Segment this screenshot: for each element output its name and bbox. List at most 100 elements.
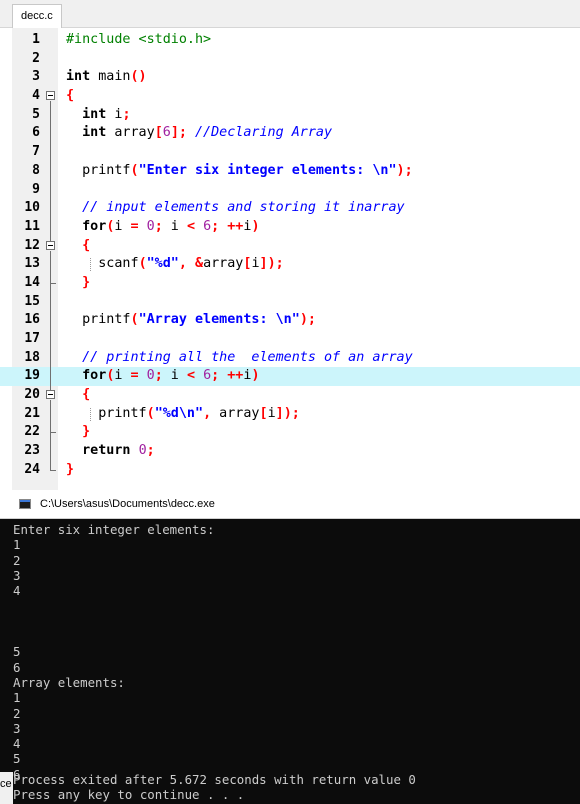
code-area[interactable]: 1 #include <stdio.h> 2 3 int main() 4{5 int i… bbox=[0, 31, 580, 480]
exit-message: Process exited after 5.672 seconds with … bbox=[13, 772, 416, 787]
fold-guide bbox=[45, 404, 57, 424]
code-line[interactable]: 19 for(i = 0; i < 6; ++i) bbox=[0, 367, 580, 387]
fold-collapse-icon[interactable] bbox=[45, 236, 57, 256]
code-line[interactable]: 16 printf("Array elements: \n"); bbox=[0, 311, 580, 331]
code-token: i bbox=[251, 256, 260, 272]
console-line: 5 bbox=[13, 751, 21, 767]
line-code: return 0; bbox=[66, 442, 155, 461]
code-line[interactable]: 23 return 0; bbox=[0, 442, 580, 462]
code-line[interactable]: 10 // input elements and storing it inar… bbox=[0, 199, 580, 219]
console-line: 6 bbox=[13, 659, 21, 675]
line-number: 2 bbox=[32, 50, 40, 66]
code-token: { bbox=[82, 237, 91, 253]
code-line[interactable]: 18 // printing all the elements of an ar… bbox=[0, 348, 580, 368]
code-token: int bbox=[66, 69, 91, 85]
code-token: ; bbox=[178, 125, 187, 141]
line-number: 22 bbox=[24, 424, 40, 440]
console-line: 5 bbox=[13, 644, 21, 660]
code-line[interactable]: 13 scanf("%d", &array[i]); bbox=[0, 255, 580, 275]
line-number: 5 bbox=[32, 106, 40, 122]
code-token: 6 bbox=[203, 218, 212, 234]
fold-guide bbox=[45, 124, 57, 144]
code-line[interactable]: 22 } bbox=[0, 423, 580, 443]
fold-guide bbox=[45, 199, 57, 219]
code-token: & bbox=[195, 256, 204, 272]
code-token: , bbox=[178, 256, 187, 272]
fold-guide bbox=[45, 273, 57, 293]
code-line[interactable]: 9 bbox=[0, 180, 580, 200]
code-token: ; bbox=[275, 256, 284, 272]
code-token: } bbox=[82, 424, 91, 440]
code-token: 6 bbox=[203, 368, 212, 384]
code-line[interactable]: 1 #include <stdio.h> bbox=[0, 31, 580, 50]
code-token: for bbox=[82, 368, 107, 384]
code-line[interactable]: 17 bbox=[0, 330, 580, 349]
line-number: 9 bbox=[32, 181, 40, 197]
code-token: i bbox=[114, 368, 131, 384]
code-token: ( bbox=[130, 162, 139, 178]
code-token: ) bbox=[267, 256, 276, 272]
code-line[interactable]: 15 bbox=[0, 292, 580, 312]
line-code: int main() bbox=[66, 68, 147, 87]
line-number: 12 bbox=[24, 237, 40, 253]
code-line[interactable]: 6 int array[6]; //Declaring Array bbox=[0, 124, 580, 144]
code-token: ( bbox=[130, 312, 139, 328]
code-token: printf bbox=[66, 162, 131, 178]
console-title-bar[interactable]: C:\Users\asus\Documents\decc.exe bbox=[0, 490, 580, 519]
code-line[interactable]: 5 int i; bbox=[0, 105, 580, 125]
code-line[interactable]: 8 printf("Enter six integer elements: \n… bbox=[0, 161, 580, 181]
code-token: () bbox=[130, 69, 147, 85]
console-window[interactable]: C:\Users\asus\Documents\decc.exe Enter s… bbox=[0, 490, 580, 804]
line-code: int array[6]; //Declaring Array bbox=[66, 124, 332, 143]
code-token: "%d" bbox=[146, 256, 179, 272]
code-line[interactable]: 21 printf("%d\n", array[i]); bbox=[0, 404, 580, 424]
code-line[interactable]: 20 { bbox=[0, 386, 580, 406]
line-number: 15 bbox=[24, 293, 40, 309]
line-number: 4 bbox=[32, 88, 40, 104]
code-token: i bbox=[106, 106, 123, 122]
console-title: C:\Users\asus\Documents\decc.exe bbox=[40, 498, 215, 510]
fold-guide bbox=[45, 105, 57, 125]
code-line[interactable]: 4{ bbox=[0, 87, 580, 107]
line-code: for(i = 0; i < 6; ++i) bbox=[66, 218, 259, 237]
code-token: array bbox=[203, 256, 244, 272]
code-line[interactable]: 12 { bbox=[0, 236, 580, 256]
line-number: 8 bbox=[32, 162, 40, 178]
fold-guide bbox=[45, 50, 57, 69]
console-line: 2 bbox=[13, 552, 21, 568]
code-editor[interactable]: decc.c 1 #include <stdio.h> 2 3 int main() 4{… bbox=[0, 0, 580, 490]
code-token: i bbox=[162, 218, 187, 234]
line-number: 16 bbox=[24, 312, 40, 328]
code-line[interactable]: 14 } bbox=[0, 273, 580, 293]
code-token: "Array elements: \n" bbox=[138, 312, 300, 328]
code-line[interactable]: 2 bbox=[0, 50, 580, 69]
tab-decc-c[interactable]: decc.c bbox=[12, 4, 62, 28]
code-line[interactable]: 24} bbox=[0, 460, 580, 480]
line-code: int i; bbox=[66, 106, 130, 125]
code-token: "%d\n" bbox=[154, 405, 204, 421]
code-line[interactable]: 3 int main() bbox=[0, 68, 580, 87]
code-token: #include <stdio.h> bbox=[66, 32, 212, 47]
code-token: printf bbox=[66, 405, 147, 421]
line-number: 7 bbox=[32, 144, 40, 160]
fold-guide bbox=[45, 161, 57, 181]
code-line[interactable]: 11 for(i = 0; i < 6; ++i) bbox=[0, 217, 580, 237]
code-token: [ bbox=[154, 125, 163, 141]
code-token: return bbox=[82, 443, 131, 459]
line-number: 23 bbox=[24, 443, 40, 459]
fold-collapse-icon[interactable] bbox=[45, 386, 57, 406]
tab-bar: decc.c bbox=[0, 0, 580, 28]
code-line[interactable]: 7 bbox=[0, 143, 580, 163]
line-number: 13 bbox=[24, 256, 40, 272]
code-token: = bbox=[130, 368, 139, 384]
fold-collapse-icon[interactable] bbox=[45, 87, 57, 107]
fold-guide bbox=[45, 460, 57, 480]
